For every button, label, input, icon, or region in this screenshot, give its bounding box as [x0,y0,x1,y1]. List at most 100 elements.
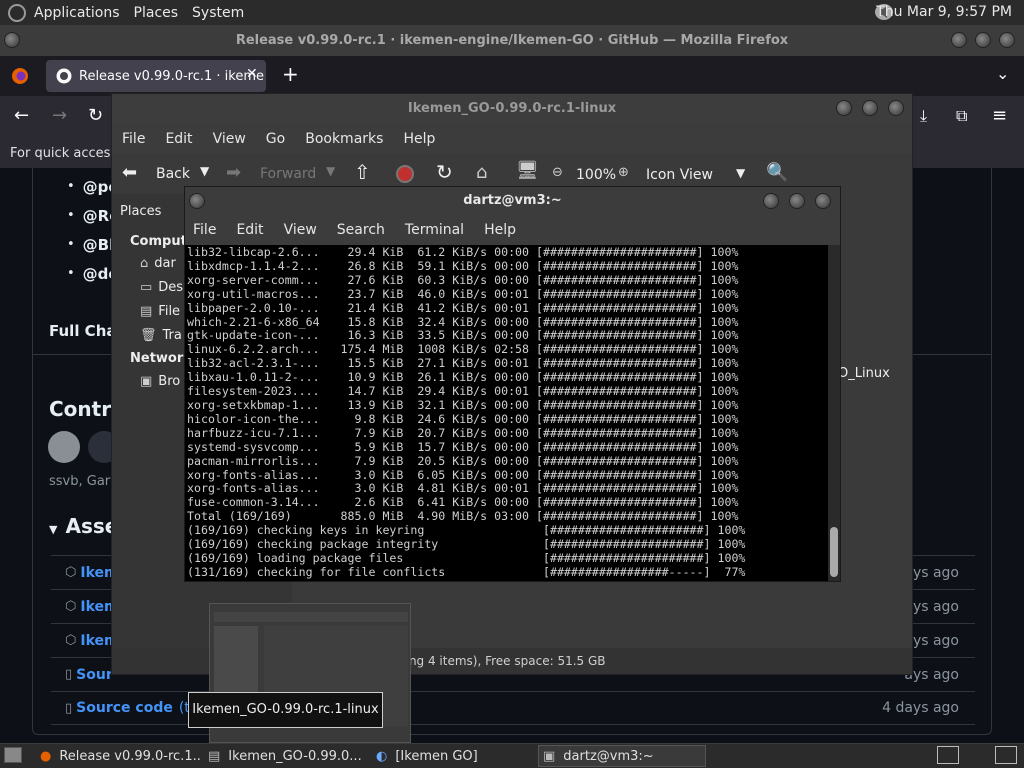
show-desktop-icon[interactable] [4,747,22,763]
new-tab-icon[interactable]: + [282,62,299,86]
close-tab-icon[interactable]: ✕ [246,66,258,82]
forward-button[interactable]: Forward [260,166,316,182]
up-icon[interactable]: ⇧ [354,160,371,184]
system-menu[interactable]: System [192,5,244,21]
sidebar-item-desktop[interactable]: ▭ Des [140,280,183,295]
reload-icon[interactable]: ↻ [436,160,453,184]
home-icon[interactable]: ⌂ [476,162,487,183]
sidebar-item-trash[interactable]: 🗑 Tra [140,328,182,343]
taskbar-item-file-manager[interactable]: ▤ Ikemen_GO-0.99.0... [204,745,370,767]
terminal-scrollbar[interactable] [828,245,840,581]
taskbar-item-firefox[interactable]: ● Release v0.99.0-rc.1... [36,745,202,767]
minimize-icon[interactable] [763,193,779,209]
back-history-icon[interactable]: ▼ [200,164,209,178]
sidebar-item-label: File [158,304,181,319]
taskbar-item-ikemen[interactable]: ◐ [Ikemen GO] [372,745,538,767]
firefox-icon: ● [40,748,52,764]
close-icon[interactable] [815,193,831,209]
sidebar-item-browse-network[interactable]: ▣ Bro [140,374,180,389]
forward-arrow-icon[interactable]: ➡ [226,162,241,183]
maximize-icon[interactable] [862,100,878,116]
menu-file[interactable]: File [122,131,145,147]
view-mode-select[interactable]: Icon View [646,167,713,183]
package-icon: ⬡ [65,565,77,580]
reload-icon[interactable]: ↻ [88,105,103,126]
chevron-down-icon: ▼ [49,523,58,536]
firefox-view-icon[interactable] [11,67,29,85]
terminal-line: systemd-sysvcomp... 5.9 KiB 15.7 KiB/s 0… [187,439,739,454]
firefox-titlebar[interactable]: Release v0.99.0-rc.1 · ikemen-engine/Ike… [0,25,1024,56]
workspace-1-icon[interactable] [937,746,959,764]
zoom-level: 100% [576,167,617,183]
taskbar-item-label: dartz@vm3:~ [563,748,654,764]
terminal-line: xorg-setxkbmap-1... 13.9 KiB 32.1 KiB/s … [187,397,739,412]
taskbar-item-terminal[interactable]: ▣ dartz@vm3:~ [538,745,706,767]
github-icon [56,68,72,84]
search-icon[interactable]: 🔍 [766,162,788,183]
close-icon[interactable] [999,32,1015,48]
assets-heading[interactable]: ▼ Asse [49,514,118,538]
extensions-icon[interactable]: ⧉ [956,106,967,126]
sidebar-item-filesystem[interactable]: ▤ File [140,304,180,319]
window-tooltip: Ikemen_GO-0.99.0-rc.1-linux [188,692,383,728]
file-manager-titlebar[interactable]: Ikemen_GO-0.99.0-rc.1-linux [112,94,912,124]
back-arrow-icon[interactable]: ⬅ [122,162,137,183]
close-icon[interactable] [888,100,904,116]
firefox-tabstrip: Release v0.99.0-rc.1 · ikeme ✕ + ⌄ [0,56,1024,96]
gnome-logo-icon[interactable] [8,3,26,22]
terminal-output[interactable]: lib32-libcap-2.6... 29.4 KiB 61.2 KiB/s … [185,245,828,581]
sidebar-selector[interactable]: Places [120,204,161,219]
avatar[interactable] [48,431,80,463]
menu-edit[interactable]: Edit [236,222,263,238]
menu-edit[interactable]: Edit [165,131,192,147]
full-changelog-link[interactable]: Full Cha [49,322,117,340]
downloads-icon[interactable]: ⤓ [920,106,927,126]
terminal-titlebar[interactable]: dartz@vm3:~ [185,187,840,215]
stop-icon[interactable] [396,165,414,183]
mention-link[interactable]: @Bl [83,236,115,254]
network-icon: ▣ [140,374,153,389]
forward-icon[interactable]: → [52,105,67,126]
workspace-2-icon[interactable] [995,746,1017,764]
terminal-menubar: File Edit View Search Terminal Help [185,215,840,245]
menu-file[interactable]: File [193,222,216,238]
maximize-icon[interactable] [975,32,991,48]
window-menu-icon[interactable] [4,32,20,48]
zoom-in-icon[interactable]: ⊕ [618,165,629,180]
clock[interactable]: Thu Mar 9, 9:57 PM [876,4,1012,20]
zoom-out-icon[interactable]: ⊖ [552,165,563,180]
view-mode-chevron-icon[interactable]: ▼ [736,166,745,180]
terminal-title: dartz@vm3:~ [463,193,562,208]
terminal-line: Total (169/169) 885.0 MiB 4.90 MiB/s 03:… [187,509,739,524]
window-menu-icon[interactable] [189,193,205,209]
applications-menu[interactable]: Applications [34,5,120,21]
sidebar-item-home[interactable]: ⌂ dar [140,256,176,271]
scrollbar-thumb[interactable] [830,527,838,577]
places-menu[interactable]: Places [134,5,179,21]
list-tabs-icon[interactable]: ⌄ [996,64,1009,83]
menu-search[interactable]: Search [337,222,385,238]
computer-icon[interactable]: 🖥 [516,160,539,181]
back-icon[interactable]: ← [14,105,29,126]
menu-view[interactable]: View [284,222,317,238]
back-button[interactable]: Back [156,166,190,182]
tab-release[interactable]: Release v0.99.0-rc.1 · ikeme [46,60,266,92]
taskbar-item-label: Release v0.99.0-rc.1... [59,748,202,764]
forward-history-icon[interactable]: ▼ [326,164,335,178]
asset-link[interactable]: Sour [76,667,113,683]
sidebar-item-label: Tra [162,328,182,343]
menu-help[interactable]: Help [403,131,435,147]
menu-terminal[interactable]: Terminal [405,222,464,238]
asset-link[interactable]: Source code [76,700,173,716]
menu-view[interactable]: View [213,131,246,147]
maximize-icon[interactable] [789,193,805,209]
menu-bookmarks[interactable]: Bookmarks [305,131,383,147]
minimize-icon[interactable] [836,100,852,116]
hamburger-menu-icon[interactable]: ≡ [992,105,1007,126]
menu-help[interactable]: Help [484,222,516,238]
minimize-icon[interactable] [951,32,967,48]
terminal-line: linux-6.2.2.arch... 175.4 MiB 1008 KiB/s… [187,342,739,357]
file-label[interactable]: O_Linux [838,366,890,381]
home-icon: ⌂ [140,256,149,271]
menu-go[interactable]: Go [266,131,285,147]
